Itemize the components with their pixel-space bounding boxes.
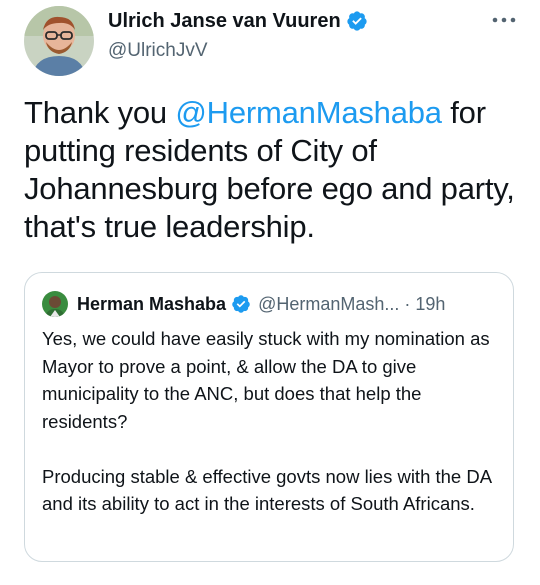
more-horizontal-icon [492,17,516,23]
quoted-tweet-body: Yes, we could have easily stuck with my … [42,325,502,518]
quoted-paragraph-2: Producing stable & effective govts now l… [42,465,492,515]
quoted-paragraph-1: Yes, we could have easily stuck with my … [42,328,490,432]
author-avatar[interactable] [24,6,94,76]
more-options-button[interactable] [488,10,520,30]
separator-dot: · [404,293,411,314]
tweet-text: Thank you @HermanMashaba for putting res… [24,94,524,246]
author-name-row: Ulrich Janse van Vuuren [108,9,368,33]
verified-badge-icon [232,295,250,313]
avatar-photo-icon [24,6,94,76]
avatar-photo-icon [42,291,68,317]
quoted-author-handle: @HermanMash... [258,293,400,314]
verified-badge-icon [347,11,367,31]
tweet-text-before: Thank you [24,95,176,130]
quoted-tweet-header: Herman Mashaba @HermanMash... · 19h [42,291,445,317]
author-name[interactable]: Ulrich Janse van Vuuren [108,9,341,33]
author-handle[interactable]: @UlrichJvV [108,40,208,62]
tweet: Ulrich Janse van Vuuren @UlrichJvV Thank… [0,0,540,585]
quoted-tweet-time: 19h [415,293,446,314]
quoted-author-name: Herman Mashaba [77,293,227,314]
mention-link[interactable]: @HermanMashaba [175,95,442,130]
quoted-tweet-card[interactable]: Herman Mashaba @HermanMash... · 19h Yes,… [24,272,514,562]
quoted-author-avatar[interactable] [42,291,68,317]
